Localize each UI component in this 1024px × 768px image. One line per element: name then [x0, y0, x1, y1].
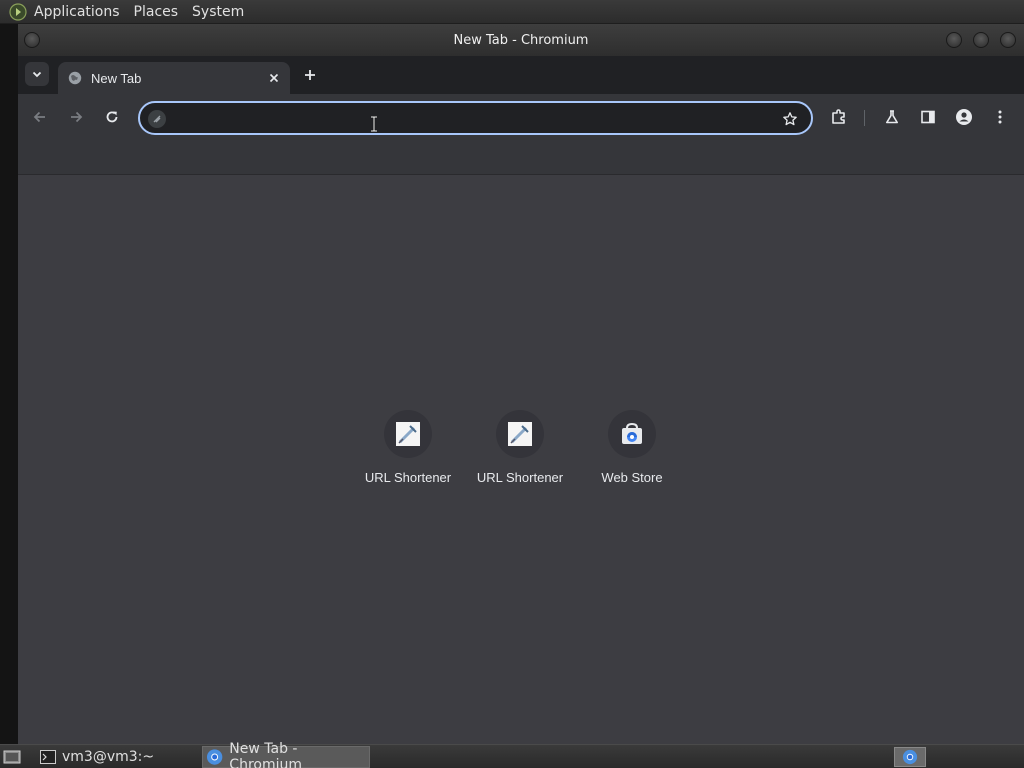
close-window-button[interactable] [1000, 32, 1016, 48]
minimize-button[interactable] [946, 32, 962, 48]
menu-applications[interactable]: Applications [34, 4, 120, 20]
labs-button[interactable] [880, 105, 904, 129]
taskbar-item-browser[interactable]: New Tab - Chromium [202, 741, 370, 768]
url-shortener-favicon [396, 422, 420, 446]
side-panel-icon [921, 110, 935, 124]
shortcut-label: URL Shortener [476, 470, 564, 485]
url-shortener-favicon [508, 422, 532, 446]
desktop-background [0, 24, 18, 744]
shortcut-icon-circle [384, 410, 432, 458]
shortcut-tile[interactable]: URL Shortener [352, 410, 464, 500]
tab-strip: New Tab [18, 56, 1024, 94]
chevron-down-icon [32, 71, 42, 78]
forward-button[interactable] [64, 105, 88, 129]
globe-icon [67, 70, 83, 86]
reload-button[interactable] [100, 105, 124, 129]
address-input[interactable] [174, 109, 754, 129]
bookmark-star-icon[interactable] [781, 110, 799, 128]
menu-button[interactable] [988, 105, 1012, 129]
profile-button[interactable] [952, 105, 976, 129]
kebab-menu-icon [998, 110, 1002, 124]
window-menu-button[interactable] [24, 32, 40, 48]
puzzle-icon [832, 109, 845, 124]
maximize-button[interactable] [973, 32, 989, 48]
extensions-button[interactable] [827, 105, 851, 129]
show-desktop-icon[interactable] [2, 747, 22, 767]
shortcut-icon-circle [608, 410, 656, 458]
menu-system[interactable]: System [192, 4, 244, 20]
tab-title: New Tab [91, 70, 142, 86]
tab-new-tab[interactable]: New Tab [58, 62, 290, 94]
terminal-icon [40, 750, 56, 764]
flask-icon [886, 110, 898, 124]
close-tab-icon[interactable] [266, 70, 282, 86]
arrow-left-icon [33, 111, 45, 123]
address-bar[interactable] [138, 101, 813, 135]
bookmarks-bar [18, 140, 1024, 175]
search-engine-icon [148, 110, 166, 128]
shortcut-icon-circle [496, 410, 544, 458]
menu-places[interactable]: Places [134, 4, 179, 20]
window-titlebar[interactable]: New Tab - Chromium [18, 24, 1024, 56]
browser-window: New Tab - Chromium New Tab URL Shortener… [18, 24, 1024, 744]
plus-icon [305, 70, 315, 80]
arrow-right-icon [71, 111, 83, 123]
shortcut-label: URL Shortener [364, 470, 452, 485]
side-panel-button[interactable] [916, 105, 940, 129]
shortcut-tile[interactable]: Web Store [576, 410, 688, 500]
person-icon [956, 109, 972, 125]
distro-logo-icon[interactable] [8, 2, 28, 22]
browser-toolbar [18, 94, 1024, 140]
taskbar-terminal-label: vm3@vm3:~ [62, 749, 155, 765]
reload-icon [106, 111, 118, 123]
web-store-icon [622, 422, 642, 444]
text-cursor-icon [371, 116, 377, 132]
top-panel: Applications Places System [0, 0, 1024, 24]
shortcut-tile[interactable]: URL Shortener [464, 410, 576, 500]
new-tab-page: URL Shortener URL Shortener Web Store [18, 175, 1024, 744]
toolbar-separator [864, 110, 865, 126]
taskbar-browser-label: New Tab - Chromium [229, 741, 302, 768]
tab-search-button[interactable] [25, 62, 49, 86]
back-button[interactable] [28, 105, 52, 129]
tray-chromium-icon[interactable] [894, 747, 926, 767]
taskbar-item-terminal[interactable]: vm3@vm3:~ [36, 746, 196, 768]
shortcut-label: Web Store [601, 470, 663, 485]
chromium-icon [206, 749, 223, 765]
window-title: New Tab - Chromium [453, 32, 589, 48]
new-tab-button[interactable] [300, 65, 320, 85]
bottom-taskbar: vm3@vm3:~ New Tab - Chromium [0, 741, 1024, 768]
